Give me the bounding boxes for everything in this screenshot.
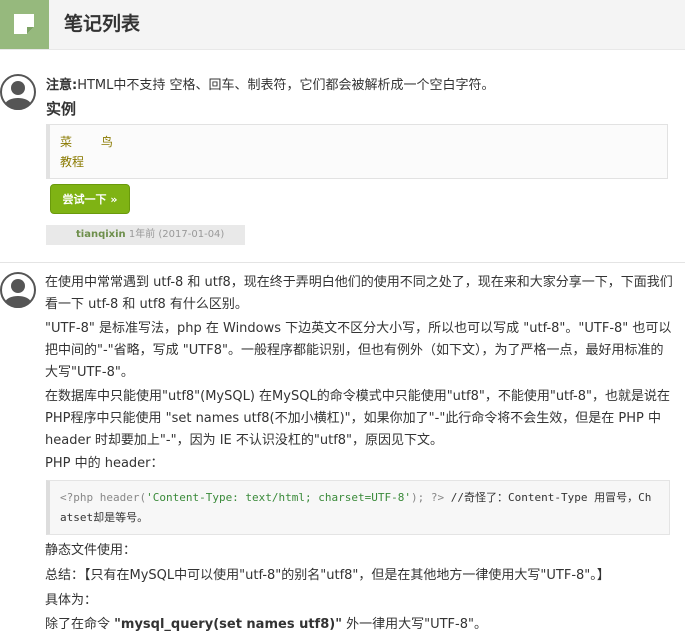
author-link[interactable]: tianqixin [76,229,126,240]
paragraph: 在使用中常常遇到 utf-8 和 utf8，现在终于弄明白他们的使用不同之处了，… [45,275,673,312]
page-title: 笔记列表 [64,13,141,35]
code-line: <?php header('Content-Type: text/html; c… [60,491,652,504]
notes-header: 笔记列表 [0,0,685,50]
bold-code: "mysql_query(set names utf8)" [114,617,342,632]
paragraph: 在数据库中只能使用"utf8"(MySQL) 在MySQL的命令模式中只能使用"… [45,389,670,448]
paragraph: 除了在命令 "mysql_query(set names utf8)" 外一律用… [45,617,487,632]
paragraph: 具体为： [45,593,98,608]
code-line: atset却是等号。 [60,511,149,524]
note-body: HTML中不支持 空格、回车、制表符，它们都会被解析成一个空白字符。 [77,78,495,93]
note-divider [0,262,685,263]
paragraph: 总结：【只有在MySQL中可以使用"utf-8"的别名"utf8"，但是在其他地… [45,568,610,583]
note-icon-box [0,0,49,49]
paragraph: "UTF-8" 是标准写法，php 在 Windows 下边英文不区分大小写，所… [45,321,672,380]
note-meta: tianqixin 1年前 (2017-01-04) [46,225,245,245]
avatar-icon [0,272,36,308]
php-code-box: <?php header('Content-Type: text/html; c… [46,480,670,535]
paragraph: PHP 中的 header： [45,456,164,471]
paragraph: 静态文件使用： [45,543,137,558]
note-icon [14,14,34,34]
example-code-box: 菜 鸟 教程 [46,124,668,179]
note-text: 注意:HTML中不支持 空格、回车、制表符，它们都会被解析成一个空白字符。 [46,74,495,93]
example-heading: 实例 [46,100,77,118]
avatar-icon [0,74,36,110]
try-it-button[interactable]: 尝试一下 » [50,184,130,214]
note-label: 注意: [46,78,78,93]
code-line: 菜 鸟 [60,135,113,149]
note-time: 1年前 (2017-01-04) [128,229,225,240]
code-line: 教程 [60,155,85,169]
